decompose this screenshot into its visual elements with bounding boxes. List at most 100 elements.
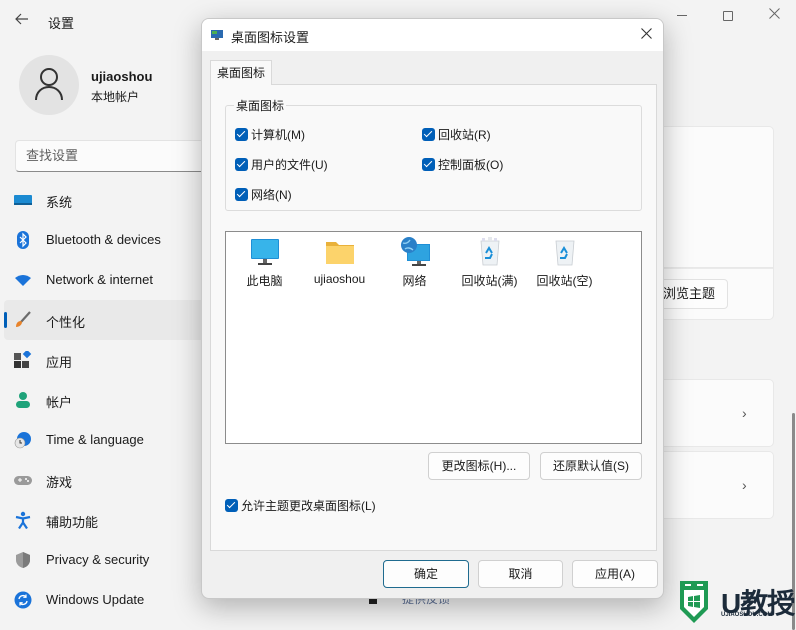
sidebar-item-apps[interactable]: 应用 [4,340,204,380]
chevron-right-icon: › [742,405,747,421]
watermark-shield-icon [680,581,708,623]
wifi-icon [15,275,31,286]
checkbox-label: 控制面板(O) [438,158,504,172]
checkbox-checked-icon[interactable] [422,128,435,141]
maximize-icon [723,10,733,21]
account-type: 本地帐户 [91,90,140,104]
folder-icon [325,242,354,264]
checkbox-label: 计算机(M) [251,128,305,142]
desktop-icons-group: 桌面图标 计算机(M) 回收站(R) 用户的文件(U) 控制面板(O) 网络(N… [225,97,642,211]
group-label: 桌面图标 [234,97,287,114]
system-icon [14,195,32,205]
checkbox-control-panel[interactable]: 控制面板(O) [422,156,503,173]
tab-desktop-icons[interactable]: 桌面图标 [210,60,272,85]
sidebar-item-accessibility[interactable]: 辅助功能 [4,500,204,540]
checkbox-label: 用户的文件(U) [251,158,328,172]
sidebar-item-bluetooth[interactable]: Bluetooth & devices [4,220,204,260]
ok-button[interactable]: 确定 [383,560,469,588]
person-outline-icon [35,68,63,101]
sidebar-item-system[interactable]: 系统 [4,180,204,220]
icon-list[interactable]: 此电脑 ujiaoshou 网络 回收站(满) 回收站(空) [225,231,642,444]
icon-caption: 回收站(满) [461,274,518,288]
update-icon [14,591,32,609]
icon-item-recycle-bin-empty[interactable]: 回收站(空) [527,236,602,289]
checkbox-checked-icon[interactable] [422,158,435,171]
restore-default-button[interactable]: 还原默认值(S) [540,452,642,480]
cancel-button[interactable]: 取消 [478,560,563,588]
tab-panel: 桌面图标 计算机(M) 回收站(R) 用户的文件(U) 控制面板(O) 网络(N… [210,84,657,551]
icon-caption: 此电脑 [246,274,283,288]
checkbox-computer[interactable]: 计算机(M) [235,126,305,143]
monitor-icon [250,239,279,265]
icon-item-network[interactable]: 网络 [377,236,452,289]
icon-caption: 网络 [402,274,427,288]
desktop-icon-settings-dialog: 桌面图标设置 桌面图标 桌面图标 计算机(M) 回收站(R) 用户的文件(U) … [201,18,664,599]
search-placeholder: 查找设置 [26,148,79,163]
brush-icon [16,311,31,327]
shield-icon [16,552,30,568]
active-indicator [4,312,7,328]
apply-button[interactable]: 应用(A) [572,560,658,588]
sidebar-item-personalization[interactable]: 个性化 [4,300,204,340]
checkbox-checked-icon[interactable] [235,158,248,171]
sidebar-nav: 系统 Bluetooth & devices Network & interne… [4,180,204,620]
change-icon-button[interactable]: 更改图标(H)... [428,452,530,480]
checkbox-label: 回收站(R) [438,128,491,142]
checkbox-network[interactable]: 网络(N) [235,186,292,203]
apps-icon [14,351,32,368]
icon-caption: ujiaoshou [313,272,366,286]
icon-item-recycle-bin-full[interactable]: 回收站(满) [452,236,527,289]
gamepad-icon [14,476,32,485]
minimize-button[interactable] [660,4,704,26]
recycle-bin-full-icon [480,237,499,266]
close-icon [640,28,652,39]
close-icon [768,8,780,19]
sidebar-item-gaming[interactable]: 游戏 [4,460,204,500]
desktop-settings-icon [211,30,223,40]
checkbox-checked-icon[interactable] [235,128,248,141]
sidebar-item-label: 个性化 [46,315,86,330]
network-icon [400,237,430,266]
arrow-left-icon [15,13,28,25]
sidebar-item-label: 帐户 [46,395,73,410]
sidebar-item-windows-update[interactable]: Windows Update [4,580,204,620]
back-button[interactable] [12,10,32,32]
sidebar-item-label: Windows Update [46,592,145,607]
sidebar-item-label: Network & internet [46,272,153,287]
person-icon [16,392,30,408]
dialog-titlebar: 桌面图标设置 [202,19,663,51]
watermark: U教授 UJIAOSHOU.COM [679,580,796,630]
user-name: ujiaoshou [91,69,153,84]
checkbox-checked-icon[interactable] [225,499,238,512]
maximize-button[interactable] [706,4,750,26]
sidebar-item-label: Time & language [46,432,144,447]
sidebar-item-label: 应用 [46,355,73,370]
close-window-button[interactable] [752,4,796,26]
bluetooth-icon [17,231,29,249]
checkbox-label: 允许主题更改桌面图标(L) [241,499,376,513]
checkbox-label: 网络(N) [251,188,292,202]
clock-globe-icon [14,432,31,449]
sidebar-item-accounts[interactable]: 帐户 [4,380,204,420]
dialog-title: 桌面图标设置 [231,30,310,45]
chevron-right-icon: › [742,477,747,493]
app-title: 设置 [48,16,75,31]
avatar [19,55,79,115]
icon-item-this-pc[interactable]: 此电脑 [227,236,302,289]
icon-item-user-folder[interactable]: ujiaoshou [302,236,377,286]
sidebar-item-privacy[interactable]: Privacy & security [4,540,204,580]
recycle-bin-empty-icon [555,240,574,266]
checkbox-user-files[interactable]: 用户的文件(U) [235,156,328,173]
dialog-close-button[interactable] [636,25,656,45]
sidebar-item-label: 游戏 [46,475,73,490]
icon-caption: 回收站(空) [536,274,593,288]
sidebar-item-label: Privacy & security [46,552,150,567]
checkbox-checked-icon[interactable] [235,188,248,201]
accessibility-icon [15,511,31,529]
sidebar-item-network[interactable]: Network & internet [4,260,204,300]
checkbox-allow-themes[interactable]: 允许主题更改桌面图标(L) [225,497,376,514]
search-input[interactable]: 查找设置 [15,140,215,172]
checkbox-recycle-bin[interactable]: 回收站(R) [422,126,491,143]
sidebar-item-label: 辅助功能 [46,515,99,530]
sidebar-item-time-language[interactable]: Time & language [4,420,204,460]
